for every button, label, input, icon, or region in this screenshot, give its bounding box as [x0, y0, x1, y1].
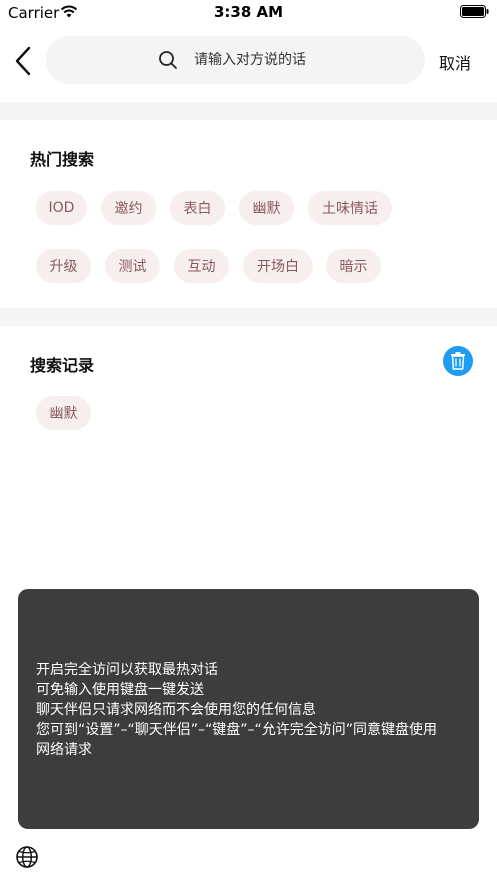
search-box[interactable]	[46, 36, 425, 84]
hot-tag[interactable]: 暗示	[326, 249, 381, 283]
search-input[interactable]	[194, 48, 414, 72]
hot-tag[interactable]: 互动	[174, 249, 229, 283]
notice-line: 可免输入使用键盘一键发送	[36, 682, 204, 698]
hot-tag[interactable]: IOD	[36, 191, 87, 225]
notice-line: 网络请求	[36, 742, 92, 758]
hot-tag[interactable]: 幽默	[239, 191, 294, 225]
battery-icon	[460, 5, 489, 18]
trash-icon	[451, 352, 465, 370]
history-title: 搜索记录	[30, 356, 95, 375]
clear-history-button[interactable]	[443, 346, 473, 376]
full-access-notice: 开启完全访问以获取最热对话 可免输入使用键盘一键发送 聊天伴侣只请求网络而不会使…	[18, 589, 479, 829]
screen: Carrier 3:38 AM 取消 热门搜索 IOD 邀约 表白 幽默 土味情…	[0, 0, 497, 883]
hot-tag[interactable]: 开场白	[243, 249, 313, 283]
notice-line: 您可到“设置”–“聊天伴侣”–“键盘”–“允许完全访问”同意键盘使用	[36, 722, 438, 738]
hot-tag[interactable]: 土味情话	[308, 191, 392, 225]
magnifier-icon	[159, 51, 177, 69]
section-divider	[0, 308, 497, 326]
clock: 3:38 AM	[213, 3, 284, 21]
cancel-button[interactable]: 取消	[439, 50, 471, 74]
chevron-left-icon	[15, 46, 31, 76]
history-tag[interactable]: 幽默	[36, 396, 91, 430]
globe-icon[interactable]	[15, 845, 39, 869]
status-bar: Carrier 3:38 AM	[0, 0, 497, 26]
notice-line: 开启完全访问以获取最热对话	[36, 662, 218, 678]
hot-tag[interactable]: 测试	[105, 249, 160, 283]
hot-tag[interactable]: 升级	[36, 249, 91, 283]
hot-tag[interactable]: 表白	[170, 191, 225, 225]
section-divider	[0, 102, 497, 120]
notice-line: 聊天伴侣只请求网络而不会使用您的任何信息	[36, 702, 316, 718]
hot-search-title: 热门搜索	[30, 150, 95, 169]
back-button[interactable]	[10, 44, 36, 78]
hot-tag[interactable]: 邀约	[101, 191, 156, 225]
